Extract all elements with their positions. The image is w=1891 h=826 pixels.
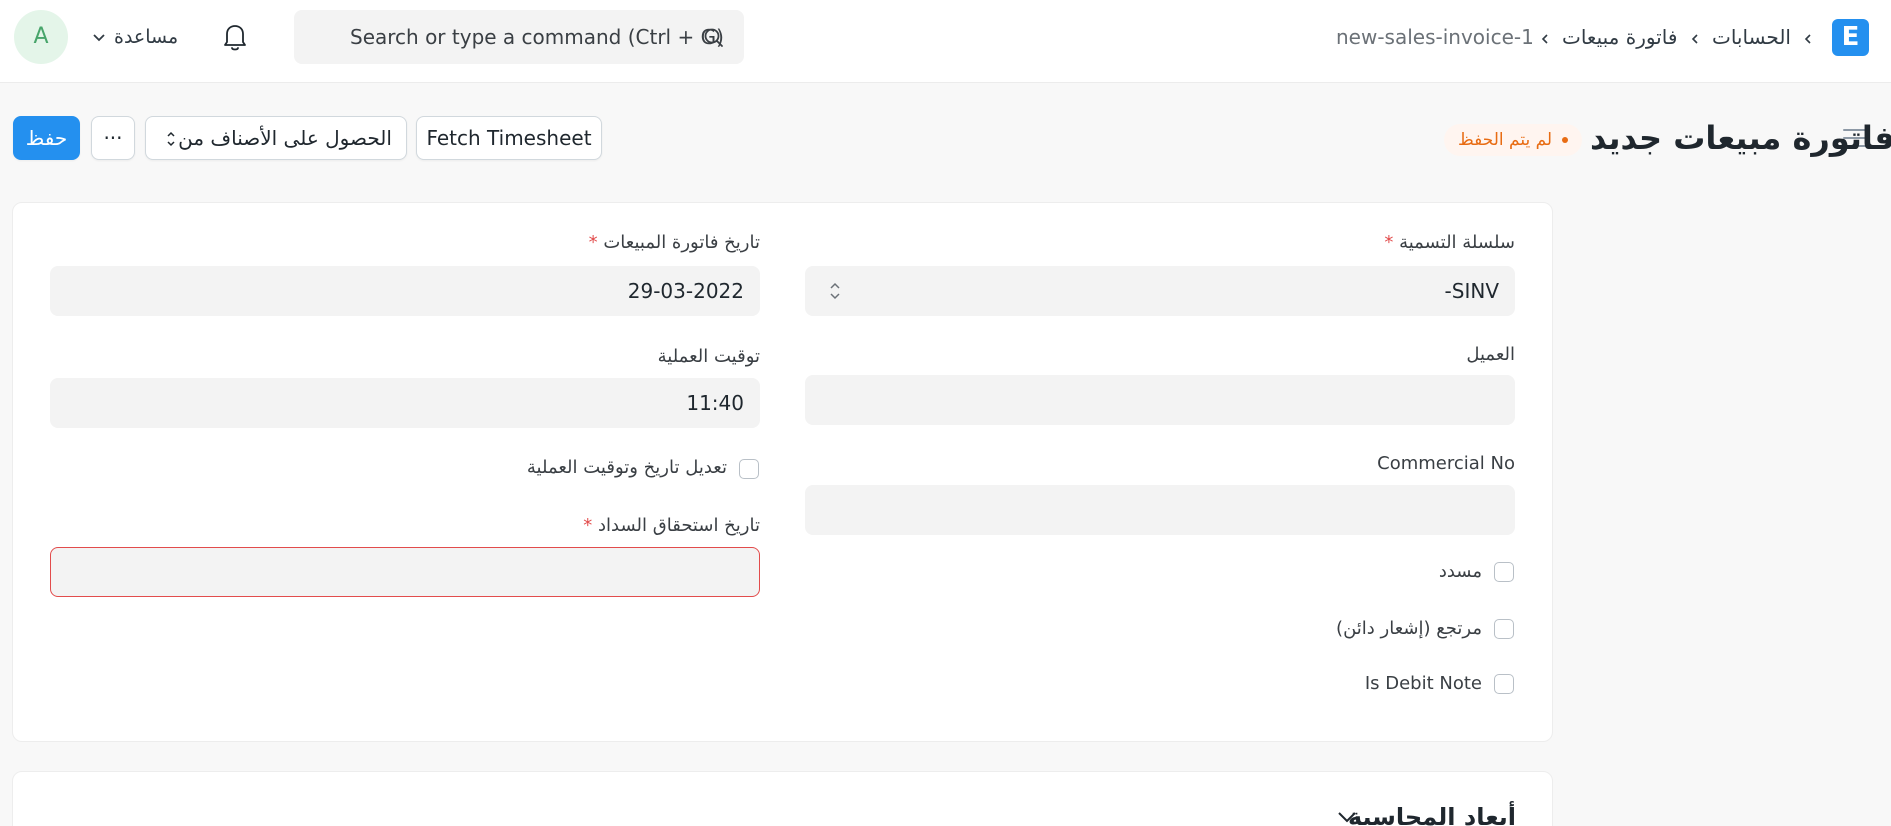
help-dropdown[interactable]: مساعدة <box>114 22 178 52</box>
breadcrumb-sales-invoice[interactable]: فاتورة مبيعات <box>1562 22 1677 52</box>
commercial-no-label: Commercial No <box>1377 453 1515 474</box>
section-title[interactable]: أبعاد المحاسبة <box>1348 800 1516 826</box>
chevron-down-icon <box>93 34 105 42</box>
breadcrumb-accounts[interactable]: الحسابات <box>1712 22 1791 52</box>
posting-time-label: توقيت العملية <box>657 346 760 367</box>
is-debit-note-checkbox[interactable] <box>1494 674 1514 694</box>
notification-bell-icon[interactable] <box>219 20 251 54</box>
posting-time-field[interactable]: 11:40 <box>50 378 760 428</box>
naming-series-label: * سلسلة التسمية <box>1384 232 1515 253</box>
search-bar[interactable]: Search or type a command (Ctrl + G) <box>294 10 744 64</box>
fetch-timesheet-button[interactable]: Fetch Timesheet <box>416 116 602 160</box>
posting-date-field[interactable]: 29-03-2022 <box>50 266 760 316</box>
accounting-dimensions-section <box>12 771 1553 826</box>
due-date-field[interactable] <box>50 547 760 597</box>
search-icon <box>704 28 723 47</box>
updown-chevron-icon <box>167 131 175 147</box>
navbar: E الحسابات فاتورة مبيعات new-sales-invoi… <box>0 0 1891 83</box>
more-actions-button[interactable]: ··· <box>91 116 135 160</box>
is-paid-checkbox[interactable] <box>1494 562 1514 582</box>
breadcrumb-current-doc: new-sales-invoice-1 <box>1336 25 1534 49</box>
customer-label: العميل <box>1466 344 1515 365</box>
search-input[interactable]: Search or type a command (Ctrl + G) <box>350 22 724 52</box>
breadcrumb-chevron-icon <box>1804 34 1811 44</box>
customer-field[interactable] <box>805 375 1515 425</box>
is-return-checkbox[interactable] <box>1494 619 1514 639</box>
naming-series-value: -SINV <box>1444 279 1499 303</box>
breadcrumb-chevron-icon <box>1691 34 1698 44</box>
get-items-from-button[interactable]: الحصول على الأصناف من <box>145 116 407 160</box>
is-debit-note-label: Is Debit Note <box>1364 673 1482 694</box>
avatar[interactable]: A <box>14 10 68 64</box>
updown-chevron-icon <box>830 282 840 300</box>
page-title: فاتورة مبيعات جديد <box>1590 119 1891 157</box>
set-posting-time-label: تعديل تاريخ وتوقيت العملية <box>526 457 727 478</box>
status-text: لم يتم الحفظ <box>1458 130 1553 150</box>
due-date-label: * تاريخ استحقاق السداد <box>583 515 760 536</box>
app-logo[interactable]: E <box>1832 19 1869 56</box>
is-paid-label: مسدد <box>1438 561 1482 582</box>
save-button[interactable]: حفظ <box>13 116 80 160</box>
status-badge: لم يتم الحفظ <box>1444 124 1583 156</box>
is-return-label: مرتجع (إشعار دائن) <box>1336 618 1482 639</box>
commercial-no-field[interactable] <box>805 485 1515 535</box>
naming-series-select[interactable]: -SINV <box>805 266 1515 316</box>
get-items-from-label: الحصول على الأصناف من <box>178 126 392 150</box>
posting-date-label: * تاريخ فاتورة المبيعات <box>588 232 760 253</box>
status-dot-icon <box>1562 137 1569 143</box>
breadcrumb-chevron-icon <box>1541 34 1548 44</box>
set-posting-time-checkbox[interactable] <box>739 459 759 479</box>
